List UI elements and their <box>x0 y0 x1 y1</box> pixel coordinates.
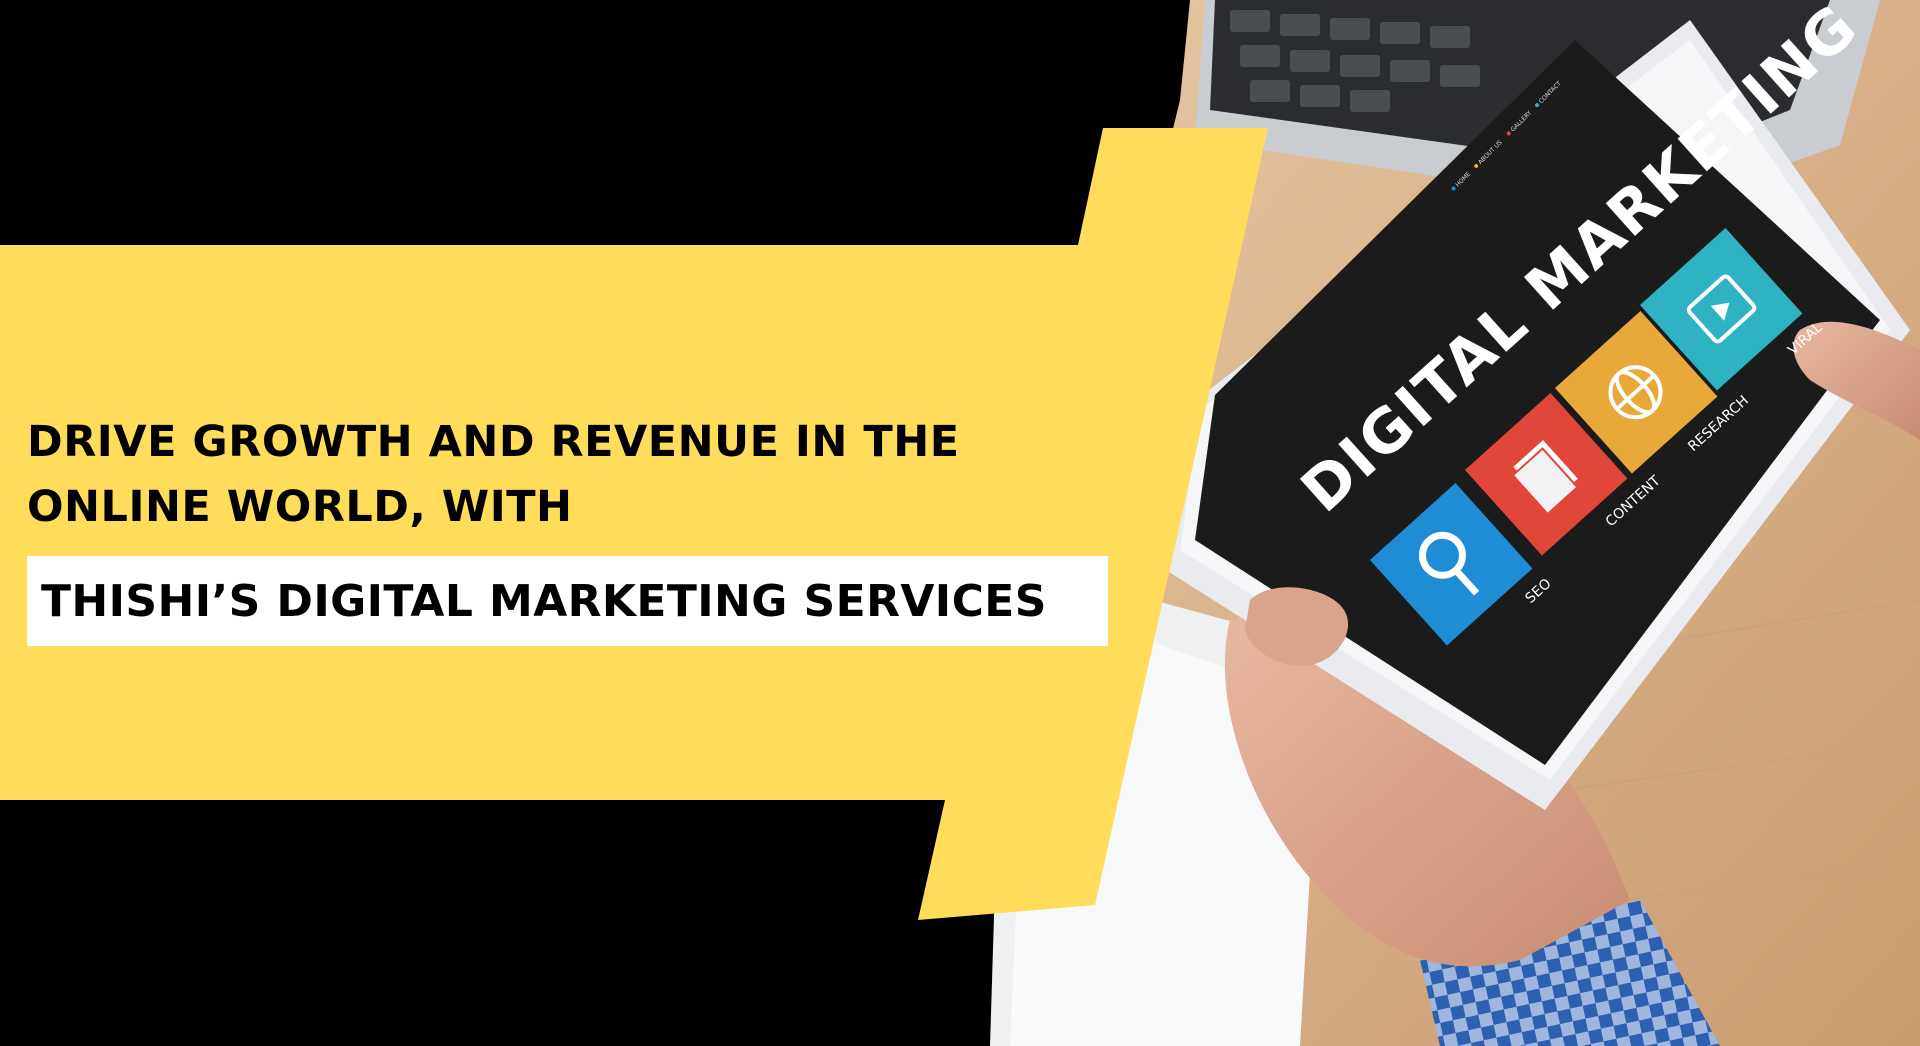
headline-line-2: ONLINE WORLD, WITH <box>27 482 573 532</box>
hero-banner: HOME ABOUT US GALLERY CONTACT DIGITAL MA… <box>0 0 1920 1046</box>
services-heading: THISHI’S DIGITAL MARKETING SERVICES <box>41 575 1047 627</box>
headline: DRIVE GROWTH AND REVENUE IN THE ONLINE W… <box>27 410 1077 540</box>
highlight-box: THISHI’S DIGITAL MARKETING SERVICES <box>27 556 1108 646</box>
headline-line-1: DRIVE GROWTH AND REVENUE IN THE <box>27 417 960 467</box>
